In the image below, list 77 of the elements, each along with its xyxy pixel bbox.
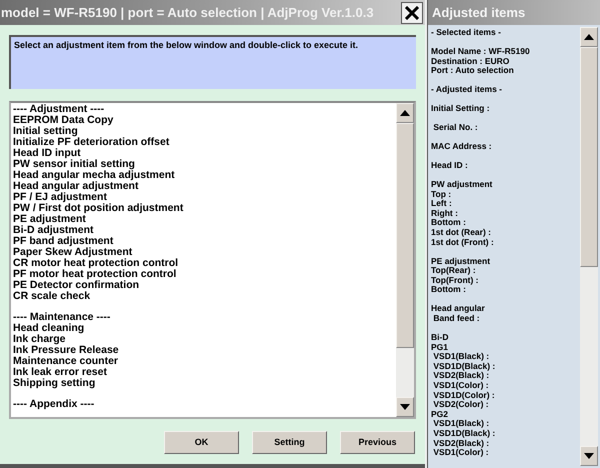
adjusted-item-text: Top(Front) :	[431, 276, 479, 286]
action-button[interactable]: Setting	[252, 431, 327, 454]
action-button[interactable]: Previous	[340, 431, 415, 454]
adjusted-item-text: VSD2(Black) :	[432, 371, 490, 381]
adjusted-item-text: Initial Setting :	[431, 104, 490, 114]
adjusted-item-text: Right :	[431, 208, 458, 218]
scroll-up-icon[interactable]	[584, 34, 594, 40]
action-button[interactable]: OK	[164, 431, 239, 454]
adjusted-item-text: PG2	[431, 410, 448, 420]
list-item[interactable]: PF / EJ adjustment	[13, 192, 107, 203]
adjusted-item-text: - Selected items -	[431, 28, 501, 38]
panel-title: Adjusted items	[432, 4, 526, 22]
scroll-thumb[interactable]	[396, 123, 414, 348]
list-item[interactable]: Initial setting	[13, 126, 78, 137]
adjusted-item-text: VSD1(Black) :	[432, 352, 490, 362]
adjusted-item-text: VSD1(Color) :	[432, 380, 489, 391]
adjusted-item-text: Bottom :	[431, 218, 466, 228]
adjusted-item-text: VSD2(Color) :	[432, 400, 489, 410]
list-item[interactable]: Head ID input	[13, 148, 81, 159]
list-item[interactable]: PF motor heat protection control	[13, 269, 176, 280]
adjusted-item-text: Left :	[431, 199, 452, 209]
adjusted-item-text: Destination : EURO	[431, 56, 510, 66]
scrollbar[interactable]	[580, 27, 598, 466]
adjusted-item-text: VSD1(Color) :	[432, 448, 489, 458]
adjusted-item-text: VSD1D(Black) :	[432, 428, 496, 438]
adjusted-item-text: MAC Address :	[431, 142, 492, 152]
list-item[interactable]: PF band adjustment	[13, 236, 114, 247]
list-item[interactable]: Head angular mecha adjustment	[13, 170, 175, 181]
list-item[interactable]: Maintenance counter	[13, 356, 118, 367]
adjusted-item-text: Head angular	[431, 304, 485, 314]
adjusted-item-text: 1st dot (Front) :	[431, 238, 494, 248]
list-item[interactable]: Bi-D adjustment	[13, 225, 94, 236]
scroll-thumb[interactable]	[580, 47, 598, 267]
scrollbar[interactable]	[396, 103, 414, 417]
window-title: model = WF-R5190 | port = Auto selection | AdjProg Ver.1.0.3	[1, 4, 374, 22]
instruction-text: Select an adjustment item from the below window and double-click to execute it.	[14, 39, 360, 52]
scroll-up-icon[interactable]	[400, 110, 410, 116]
adjusted-item-text: VSD1(Black) :	[432, 419, 490, 429]
adjusted-item-text: PG1	[431, 342, 448, 352]
list-item[interactable]: EEPROM Data Copy	[13, 115, 114, 126]
adjusted-item-text: PW adjustment	[431, 180, 492, 190]
list-item[interactable]: CR motor heat protection control	[13, 258, 178, 269]
list-item[interactable]: ---- Appendix ----	[13, 399, 94, 410]
list-item[interactable]: Initialize PF deterioration offset	[13, 137, 170, 148]
list-item[interactable]: Shipping setting	[13, 378, 96, 389]
list-item[interactable]: PW / First dot position adjustment	[13, 203, 184, 214]
adjusted-item-text: VSD1D(Color) :	[432, 390, 495, 400]
adjusted-item-text: Model Name : WF-R5190	[431, 46, 530, 57]
close-icon[interactable]	[405, 6, 419, 20]
adjusted-item-text: - Adjusted items -	[431, 85, 502, 95]
adjusted-item-text: Head ID :	[431, 161, 468, 171]
list-item[interactable]: ---- Maintenance ----	[13, 312, 110, 323]
scroll-down-icon[interactable]	[584, 453, 594, 459]
adjusted-item-text: Bottom :	[431, 285, 466, 295]
list-item[interactable]: Head angular adjustment	[13, 181, 138, 192]
close-button[interactable]	[401, 2, 423, 24]
list-item[interactable]: PE adjustment	[13, 214, 86, 225]
list-item[interactable]: Ink charge	[13, 334, 66, 345]
adjusted-item-text: VSD1D(Black) :	[432, 362, 496, 372]
adjusted-item-text: 1st dot (Rear) :	[431, 228, 491, 238]
list-item[interactable]: CR scale check	[13, 291, 90, 302]
list-item[interactable]: Ink Pressure Release	[13, 345, 119, 356]
adjusted-item-text: Serial No. :	[432, 123, 478, 133]
list-item[interactable]: ---- Adjustment ----	[13, 104, 104, 115]
adjusted-item-text: Top :	[431, 190, 452, 200]
list-item[interactable]: PW sensor initial setting	[13, 159, 135, 170]
adjusted-item-text: Band feed :	[432, 314, 480, 324]
adjusted-item-text: Top(Rear) :	[431, 266, 476, 276]
adjusted-item-text: Port : Auto selection	[431, 66, 514, 76]
list-item[interactable]: Ink leak error reset	[13, 367, 107, 378]
adjusted-item-text: VSD2(Black) :	[432, 438, 490, 448]
list-item[interactable]: PE Detector confirmation	[13, 280, 140, 291]
adjusted-item-text: Bi-D	[431, 332, 448, 343]
list-item[interactable]: Paper Skew Adjustment	[13, 247, 132, 258]
scroll-down-icon[interactable]	[400, 404, 410, 410]
list-item[interactable]: Head cleaning	[13, 323, 84, 334]
adjusted-item-text: PE adjustment	[431, 256, 490, 266]
